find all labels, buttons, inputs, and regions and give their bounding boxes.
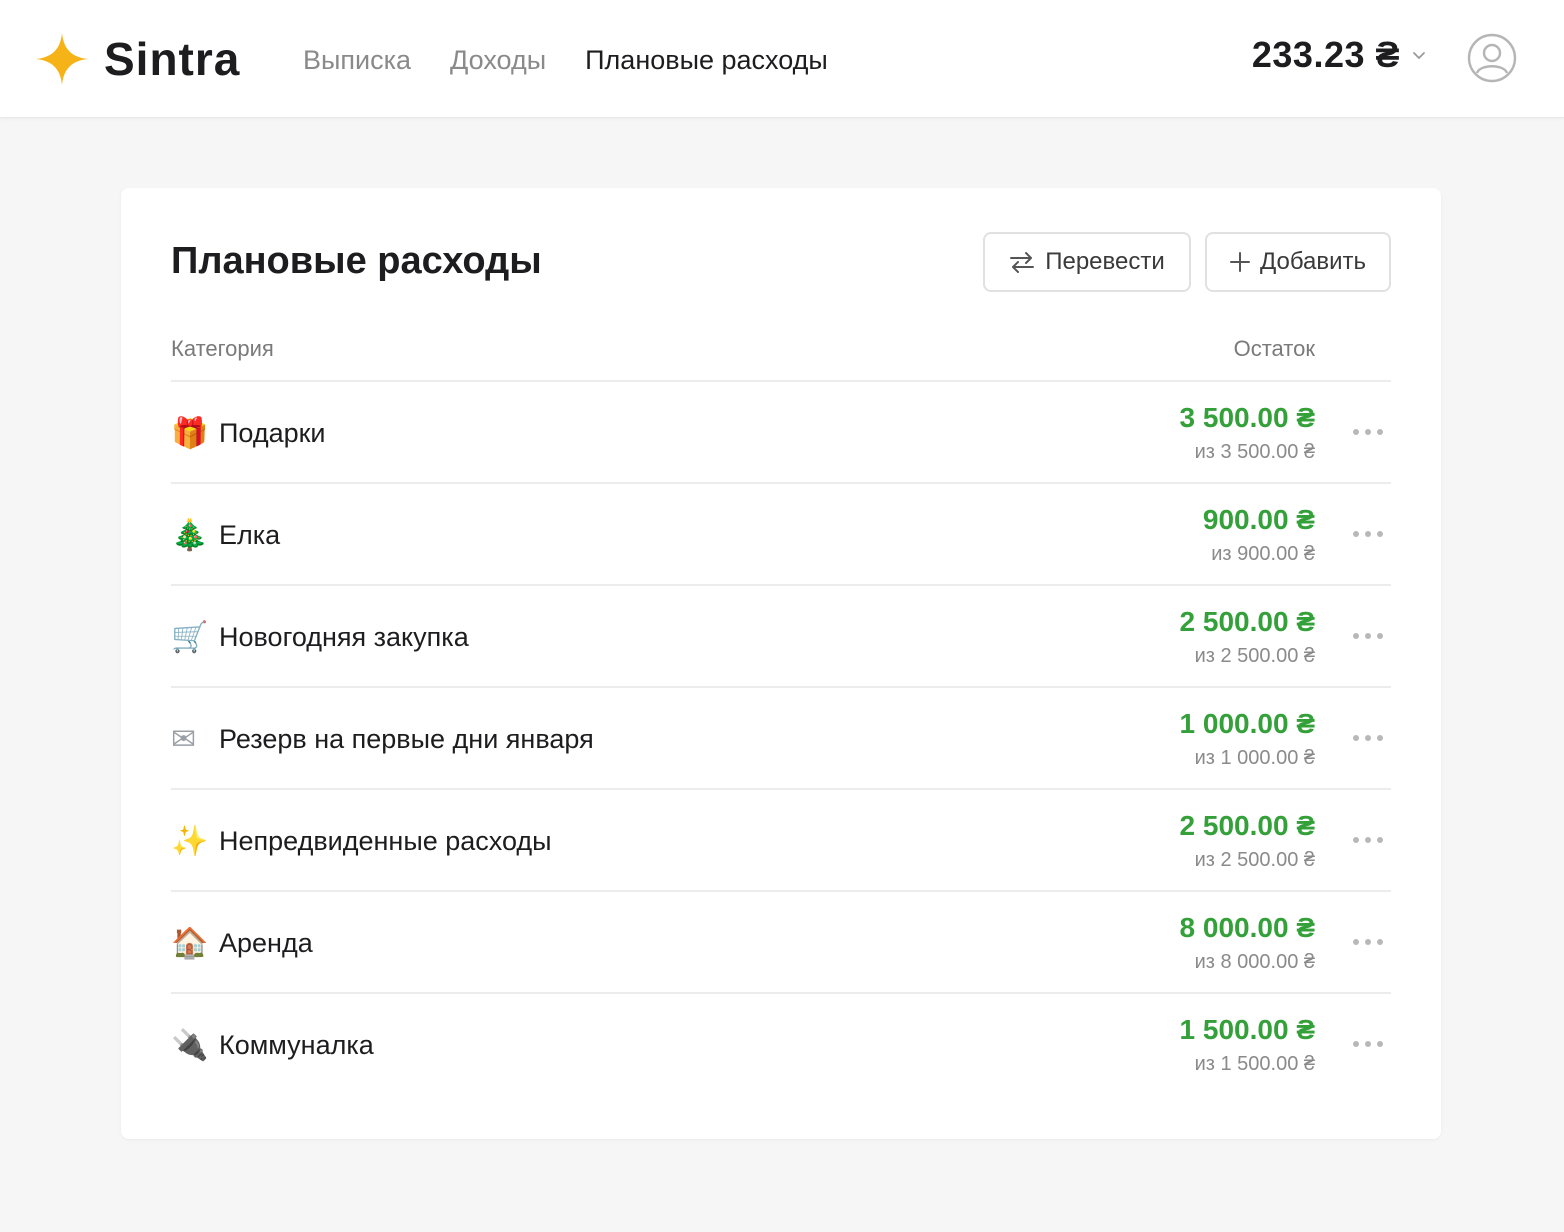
remaining-amount: 900.00 ₴ [1202,504,1315,535]
remaining-amount: 8 000.00 ₴ [1179,912,1315,943]
user-circle-icon[interactable] [1467,33,1517,83]
nav-item-planned-expenses[interactable]: Плановые расходы [585,40,828,80]
transfer-button[interactable]: Перевести [983,232,1191,292]
more-horizontal-icon[interactable] [1353,932,1383,952]
planned-total: из 900.00 ₴ [1211,543,1315,565]
top-navigation-bar: Sintra Выписка Доходы Плановые расходы 2… [0,0,1564,118]
more-horizontal-icon[interactable] [1353,422,1383,442]
gift-icon: 🎁 [171,416,209,451]
add-button-label: Добавить [1259,248,1367,275]
table-row[interactable]: 🎄 Елка 900.00 ₴ из 900.00 ₴ [171,482,1391,584]
category-name: Аренда [219,928,313,958]
sparkles-icon: ✨ [171,824,209,859]
page-title: Плановые расходы [171,240,542,282]
category-name: Коммуналка [219,1030,374,1060]
balance-value: 233.23 ₴ [1251,34,1400,75]
remaining-amount: 3 500.00 ₴ [1179,402,1315,433]
chevron-down-icon [1413,52,1425,60]
table-row[interactable]: ✉ Резерв на первые дни января 1 000.00 ₴… [171,686,1391,788]
table-row[interactable]: 🔌 Коммуналка 1 500.00 ₴ из 1 500.00 ₴ [171,992,1391,1094]
nav-item-income[interactable]: Доходы [450,40,546,80]
more-horizontal-icon[interactable] [1353,626,1383,646]
main-nav: Выписка Доходы Плановые расходы [303,40,867,80]
remaining-amount: 2 500.00 ₴ [1179,810,1315,841]
star-icon [36,33,88,85]
table-row[interactable]: ✨ Непредвиденные расходы 2 500.00 ₴ из 2… [171,788,1391,890]
category-name: Резерв на первые дни января [219,724,594,754]
more-horizontal-icon[interactable] [1353,524,1383,544]
swap-arrows-icon [1010,252,1035,273]
remaining-amount: 2 500.00 ₴ [1179,606,1315,637]
envelope-icon: ✉ [171,722,197,757]
plus-icon [1229,252,1250,272]
christmas-tree-icon: 🎄 [171,518,209,553]
category-name: Непредвиденные расходы [219,826,552,856]
planned-total: из 8 000.00 ₴ [1194,951,1315,973]
expenses-table: 🎁 Подарки 3 500.00 ₴ из 3 500.00 ₴ 🎄 Елк… [171,380,1391,1094]
planned-total: из 2 500.00 ₴ [1194,849,1315,871]
plug-icon: 🔌 [171,1028,209,1063]
remaining-amount: 1 000.00 ₴ [1179,708,1315,739]
more-horizontal-icon[interactable] [1353,728,1383,748]
balance-dropdown[interactable]: 233.23 ₴ [1252,34,1426,76]
planned-total: из 1 500.00 ₴ [1194,1053,1315,1075]
more-horizontal-icon[interactable] [1353,1034,1383,1054]
planned-total: из 1 000.00 ₴ [1194,747,1315,769]
category-name: Подарки [219,418,326,448]
planned-expenses-card: Плановые расходы Перевести Добавить Кате… [121,188,1441,1139]
transfer-button-label: Перевести [1045,248,1165,275]
category-name: Елка [219,520,281,550]
planned-total: из 2 500.00 ₴ [1194,645,1315,667]
house-icon: 🏠 [171,926,209,961]
remaining-amount: 1 500.00 ₴ [1179,1014,1315,1045]
shopping-cart-icon: 🛒 [171,620,209,655]
column-header-remaining: Остаток [1233,336,1315,361]
table-row[interactable]: 🛒 Новогодняя закупка 2 500.00 ₴ из 2 500… [171,584,1391,686]
add-button[interactable]: Добавить [1205,232,1391,292]
planned-total: из 3 500.00 ₴ [1194,441,1315,463]
column-header-category: Категория [171,336,274,361]
table-row[interactable]: 🏠 Аренда 8 000.00 ₴ из 8 000.00 ₴ [171,890,1391,992]
more-horizontal-icon[interactable] [1353,830,1383,850]
category-name: Новогодняя закупка [219,622,469,652]
brand-name: Sintra [104,33,241,85]
nav-item-statement[interactable]: Выписка [303,40,411,80]
table-row[interactable]: 🎁 Подарки 3 500.00 ₴ из 3 500.00 ₴ [171,380,1391,482]
brand-logo[interactable]: Sintra [36,32,240,86]
